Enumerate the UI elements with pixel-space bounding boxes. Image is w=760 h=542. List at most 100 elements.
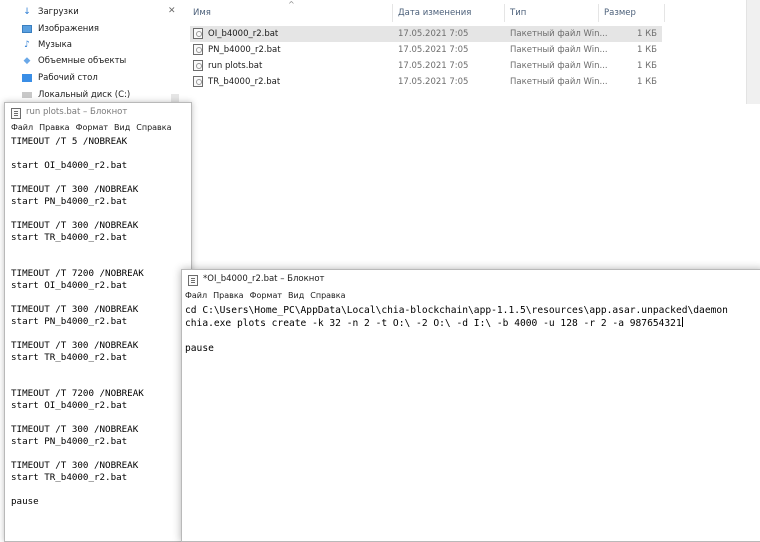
file-type: Пакетный файл Win...	[510, 77, 608, 87]
column-divider[interactable]	[504, 4, 505, 22]
pin-icon[interactable]: ✕	[168, 6, 176, 16]
nav-item-pictures[interactable]: Изображения	[22, 21, 99, 37]
notepad-window-run-plots: run plots.bat – Блокнот Файл Правка Форм…	[4, 102, 192, 542]
file-date: 17.05.2021 7:05	[398, 61, 469, 71]
column-header-name[interactable]: Имя	[193, 8, 211, 18]
nav-item-label: Загрузки	[38, 7, 79, 17]
nav-item-music[interactable]: ♪ Музыка	[22, 37, 72, 53]
text-line: chia.exe plots create -k 32 -n 2 -t O:\ …	[185, 317, 683, 330]
text-line: TIMEOUT /T 7200 /NOBREAK	[11, 268, 144, 279]
music-note-icon: ♪	[24, 40, 30, 50]
menu-view[interactable]: Вид	[114, 123, 130, 137]
notepad-window-oi-bat: *OI_b4000_r2.bat – Блокнот Файл Правка Ф…	[181, 269, 760, 542]
text-line: start OI_b4000_r2.bat	[11, 160, 128, 171]
text-line	[11, 412, 144, 424]
file-row[interactable]: TR_b4000_r2.bat 17.05.2021 7:05 Пакетный…	[190, 74, 662, 90]
column-header-type[interactable]: Тип	[510, 8, 526, 18]
text-line	[11, 148, 144, 160]
menu-help[interactable]: Справка	[136, 123, 171, 137]
file-size: 1 КБ	[637, 77, 657, 87]
batch-file-icon	[193, 28, 203, 39]
text-line: TIMEOUT /T 300 /NOBREAK	[11, 424, 139, 435]
text-line: start TR_b4000_r2.bat	[11, 472, 128, 483]
file-row[interactable]: PN_b4000_r2.bat 17.05.2021 7:05 Пакетный…	[190, 42, 662, 58]
text-line	[11, 376, 144, 388]
title-bar[interactable]: *OI_b4000_r2.bat – Блокнот	[182, 270, 760, 290]
file-row[interactable]: run plots.bat 17.05.2021 7:05 Пакетный ф…	[190, 58, 662, 74]
text-line	[11, 328, 144, 340]
file-size: 1 КБ	[637, 29, 657, 39]
text-line: start PN_b4000_r2.bat	[11, 196, 128, 207]
navigation-pane: ↓ Загрузки Изображения ♪ Музыка ◆ Объемн…	[0, 0, 180, 104]
nav-item-label: Рабочий стол	[38, 73, 98, 83]
file-row[interactable]: OI_b4000_r2.bat 17.05.2021 7:05 Пакетный…	[190, 26, 662, 42]
column-header-size[interactable]: Размер	[604, 8, 636, 18]
nav-item-downloads[interactable]: ↓ Загрузки	[22, 4, 79, 20]
menu-edit[interactable]: Правка	[213, 291, 243, 305]
column-divider[interactable]	[598, 4, 599, 22]
menu-file[interactable]: Файл	[11, 123, 33, 137]
notepad-icon	[188, 275, 198, 286]
batch-file-icon	[193, 44, 203, 55]
file-type: Пакетный файл Win...	[510, 29, 608, 39]
file-name: PN_b4000_r2.bat	[208, 45, 281, 55]
nav-item-label: Музыка	[38, 40, 72, 50]
menu-file[interactable]: Файл	[185, 291, 207, 305]
menu-format[interactable]: Формат	[250, 291, 282, 305]
column-header-date[interactable]: Дата изменения	[398, 8, 471, 18]
nav-item-3d-objects[interactable]: ◆ Объемные объекты	[22, 53, 127, 69]
text-line: TIMEOUT /T 7200 /NOBREAK	[11, 388, 144, 399]
download-arrow-icon: ↓	[23, 7, 31, 17]
file-name: run plots.bat	[208, 61, 263, 71]
text-line: start OI_b4000_r2.bat	[11, 280, 128, 291]
text-line: TIMEOUT /T 300 /NOBREAK	[11, 460, 139, 471]
pictures-icon	[22, 25, 32, 33]
menu-help[interactable]: Справка	[310, 291, 345, 305]
text-line: start TR_b4000_r2.bat	[11, 232, 128, 243]
nav-item-label: Локальный диск (C:)	[38, 90, 131, 100]
file-date: 17.05.2021 7:05	[398, 29, 469, 39]
file-name: TR_b4000_r2.bat	[208, 77, 281, 87]
text-line: TIMEOUT /T 300 /NOBREAK	[11, 304, 139, 315]
text-line: start OI_b4000_r2.bat	[11, 400, 128, 411]
file-explorer-window: ↓ Загрузки Изображения ♪ Музыка ◆ Объемн…	[0, 0, 760, 104]
drive-icon	[22, 92, 32, 98]
menu-view[interactable]: Вид	[288, 291, 304, 305]
text-line: pause	[185, 342, 214, 354]
menu-format[interactable]: Формат	[76, 123, 108, 137]
batch-file-icon	[193, 76, 203, 87]
text-line: TIMEOUT /T 300 /NOBREAK	[11, 184, 139, 195]
file-date: 17.05.2021 7:05	[398, 45, 469, 55]
notepad-icon	[11, 108, 21, 119]
text-line	[11, 292, 144, 304]
text-editor-area[interactable]: cd C:\Users\Home_PC\AppData\Local\chia-b…	[185, 305, 728, 355]
text-line	[11, 364, 144, 376]
window-title: run plots.bat – Блокнот	[26, 107, 128, 117]
text-line: TIMEOUT /T 300 /NOBREAK	[11, 220, 139, 231]
nav-scrollbar[interactable]	[171, 94, 179, 102]
text-line	[11, 244, 144, 256]
window-title: *OI_b4000_r2.bat – Блокнот	[203, 274, 325, 284]
text-caret	[681, 317, 683, 328]
menu-edit[interactable]: Правка	[39, 123, 69, 137]
3d-objects-icon: ◆	[23, 56, 31, 66]
text-line: pause	[11, 496, 39, 507]
text-line	[11, 208, 144, 220]
nav-item-desktop[interactable]: Рабочий стол	[22, 70, 98, 86]
nav-item-local-disk[interactable]: Локальный диск (C:)	[22, 87, 130, 103]
file-type: Пакетный файл Win...	[510, 45, 608, 55]
column-divider[interactable]	[664, 4, 665, 22]
text-line	[11, 484, 144, 496]
text-editor-area[interactable]: TIMEOUT /T 5 /NOBREAK start OI_b4000_r2.…	[11, 136, 144, 508]
text-line	[11, 256, 144, 268]
file-list: ^ Имя Дата изменения Тип Размер OI_b4000…	[182, 0, 760, 104]
text-line: TIMEOUT /T 300 /NOBREAK	[11, 340, 139, 351]
menu-bar: Файл Правка Формат Вид Справка	[182, 291, 760, 305]
column-divider[interactable]	[392, 4, 393, 22]
title-bar[interactable]: run plots.bat – Блокнот	[5, 103, 191, 123]
text-line: cd C:\Users\Home_PC\AppData\Local\chia-b…	[185, 305, 728, 316]
explorer-scrollbar[interactable]	[746, 0, 760, 104]
file-type: Пакетный файл Win...	[510, 61, 608, 71]
file-name: OI_b4000_r2.bat	[208, 29, 279, 39]
menu-bar: Файл Правка Формат Вид Справка	[5, 123, 191, 137]
